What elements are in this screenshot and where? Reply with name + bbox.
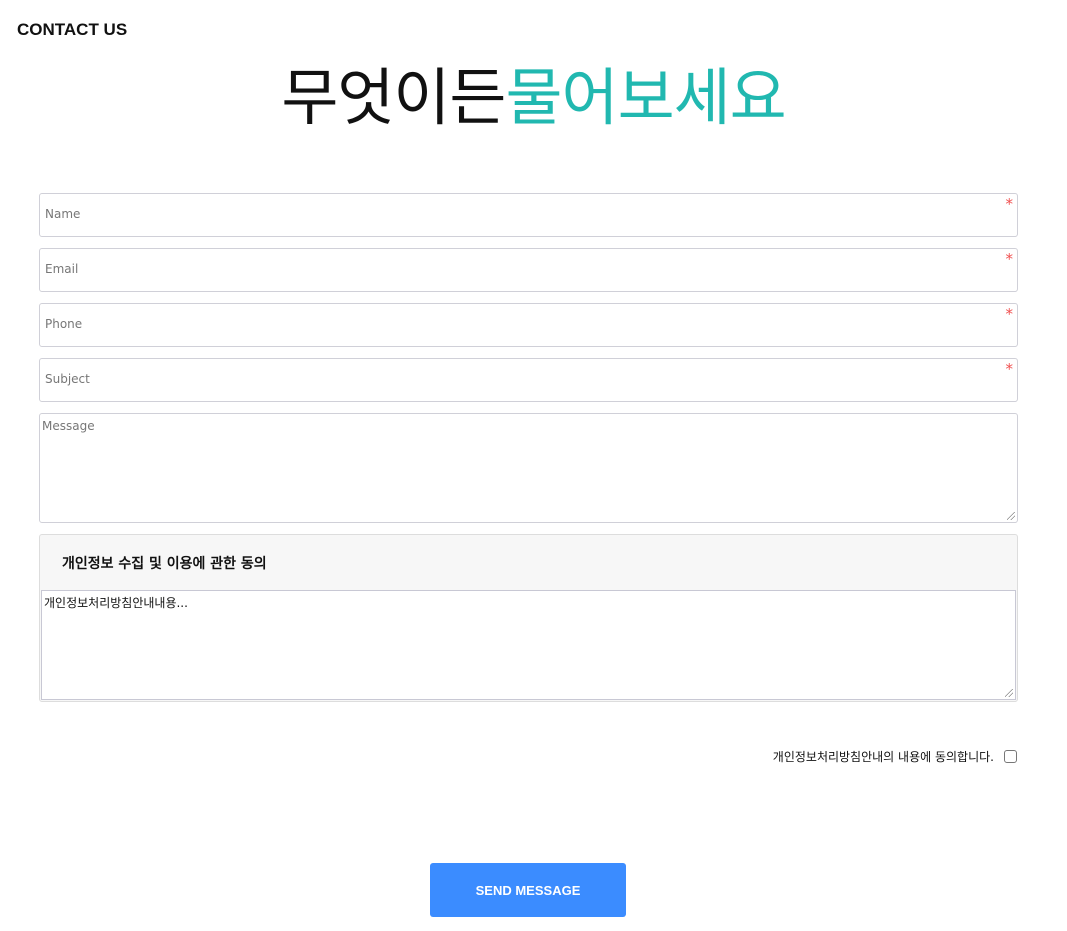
agree-checkbox[interactable] xyxy=(1004,750,1017,763)
send-message-button[interactable]: SEND MESSAGE xyxy=(430,863,626,917)
phone-input[interactable]: Phone * xyxy=(39,303,1018,347)
consent-title: 개인정보 수집 및 이용에 관한 동의 xyxy=(62,556,267,572)
required-asterisk-icon: * xyxy=(1005,250,1014,268)
required-asterisk-icon: * xyxy=(1005,195,1014,213)
headline-part1: 무엇이든 xyxy=(281,61,506,134)
resize-handle-icon[interactable] xyxy=(1007,512,1015,520)
resize-handle-icon[interactable] xyxy=(1005,689,1013,697)
email-placeholder: Email xyxy=(45,262,79,276)
privacy-policy-textarea[interactable]: 개인정보처리방침안내내용... xyxy=(41,590,1016,700)
required-asterisk-icon: * xyxy=(1005,360,1014,378)
contact-us-label: CONTACT US xyxy=(17,20,128,39)
privacy-policy-content: 개인정보처리방침안내내용... xyxy=(44,596,188,610)
message-placeholder: Message xyxy=(42,419,95,433)
message-textarea[interactable]: Message xyxy=(39,413,1018,523)
email-input[interactable]: Email * xyxy=(39,248,1018,292)
agree-label: 개인정보처리방침안내의 내용에 동의합니다. xyxy=(772,750,994,764)
subject-input[interactable]: Subject * xyxy=(39,358,1018,402)
phone-placeholder: Phone xyxy=(45,317,83,331)
headline-part2: 물어보세요 xyxy=(505,61,786,134)
privacy-consent-panel: 개인정보 수집 및 이용에 관한 동의 개인정보처리방침안내내용... xyxy=(39,534,1018,702)
agree-row: 개인정보처리방침안내의 내용에 동의합니다. xyxy=(773,748,1017,765)
name-placeholder: Name xyxy=(45,207,81,221)
subject-placeholder: Subject xyxy=(45,372,90,386)
page-headline: 무엇이든물어보세요 xyxy=(0,58,1067,138)
name-input[interactable]: Name * xyxy=(39,193,1018,237)
required-asterisk-icon: * xyxy=(1005,305,1014,323)
